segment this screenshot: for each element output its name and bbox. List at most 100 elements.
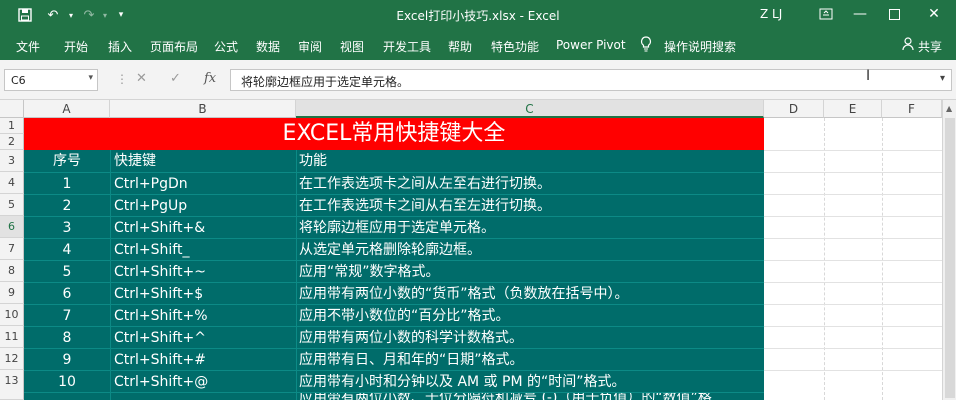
table-cell-func[interactable]: 应用不带小数位的“百分比”格式。 xyxy=(296,304,764,326)
table-cell-func[interactable]: 在工作表选项卡之间从右至左进行切换。 xyxy=(296,194,764,216)
lightbulb-icon xyxy=(640,36,652,56)
row-header[interactable]: 4 xyxy=(0,172,24,194)
expand-formula-icon[interactable]: ▾ xyxy=(940,73,945,84)
tab-developer[interactable]: 开发工具 xyxy=(383,38,431,55)
tab-data[interactable]: 数据 xyxy=(256,38,280,55)
table-cell-seq[interactable]: 6 xyxy=(24,282,110,304)
table-cell-key[interactable]: Ctrl+Shift+& xyxy=(110,216,296,238)
tell-me-search[interactable]: 操作说明搜索 xyxy=(664,38,736,55)
user-initials[interactable]: Z LJ xyxy=(760,7,782,21)
drag-handle-icon[interactable]: ⋮ xyxy=(116,72,128,88)
name-box-value: C6 xyxy=(11,74,26,87)
row-header[interactable]: 13 xyxy=(0,370,24,400)
row-header[interactable]: 12 xyxy=(0,348,24,370)
insert-function-icon[interactable]: fx xyxy=(204,71,216,86)
tab-view[interactable]: 视图 xyxy=(340,38,364,55)
table-cell-seq[interactable]: 5 xyxy=(24,260,110,282)
enter-icon[interactable]: ✓ xyxy=(170,71,181,86)
table-cell-key[interactable] xyxy=(110,392,296,400)
row-header[interactable]: 7 xyxy=(0,238,24,260)
chevron-down-icon[interactable]: ▾ xyxy=(88,73,93,83)
select-all-corner[interactable] xyxy=(0,100,24,118)
table-cell-func[interactable]: 应用带有日、月和年的“日期”格式。 xyxy=(296,348,764,370)
row-header[interactable]: 5 xyxy=(0,194,24,216)
table-cell-func[interactable]: 在工作表选项卡之间从左至右进行切换。 xyxy=(296,172,764,194)
ribbon-options-icon[interactable] xyxy=(812,4,840,24)
table-cell-key[interactable]: Ctrl+PgUp xyxy=(110,194,296,216)
table-cell-seq[interactable]: 8 xyxy=(24,326,110,348)
gridline xyxy=(764,194,942,195)
maximize-icon[interactable] xyxy=(880,4,908,24)
table-cell-seq[interactable]: 1 xyxy=(24,172,110,194)
tab-insert[interactable]: 插入 xyxy=(108,38,132,55)
table-cell-key[interactable]: Ctrl+Shift+# xyxy=(110,348,296,370)
scroll-up-icon[interactable]: ▲ xyxy=(946,104,952,113)
column-header-e[interactable]: E xyxy=(824,100,882,118)
tab-review[interactable]: 审阅 xyxy=(298,38,322,55)
table-cell-seq[interactable]: 4 xyxy=(24,238,110,260)
share-icon[interactable] xyxy=(902,37,916,54)
tab-special-features[interactable]: 特色功能 xyxy=(491,38,539,55)
table-cell-key[interactable]: Ctrl+Shift+@ xyxy=(110,370,296,392)
row-header[interactable]: 2 xyxy=(0,134,24,150)
table-cell-func[interactable]: 应用带有两位小数的“货币”格式（负数放在括号中）。 xyxy=(296,282,764,304)
tab-home[interactable]: 开始 xyxy=(64,38,88,55)
header-cell-func[interactable]: 功能 xyxy=(296,150,764,172)
gridline xyxy=(764,150,942,151)
table-cell-seq[interactable]: 10 xyxy=(24,370,110,392)
gridline xyxy=(764,216,942,217)
row-header[interactable]: 9 xyxy=(0,282,24,304)
gridline xyxy=(764,260,942,261)
table-cell-seq[interactable]: 2 xyxy=(24,194,110,216)
header-cell-key[interactable]: 快捷键 xyxy=(110,150,296,172)
column-header-d[interactable]: D xyxy=(764,100,824,118)
gridline xyxy=(882,118,883,400)
table-cell-key[interactable]: Ctrl+Shift+$ xyxy=(110,282,296,304)
table-cell-key[interactable]: Ctrl+Shift_ xyxy=(110,238,296,260)
table-cell-func[interactable]: 应用带有两位小数、千位分隔符和减号 (-)（用于负值）的“数值”格 xyxy=(296,392,764,400)
column-header-c[interactable]: C xyxy=(296,100,764,118)
table-cell-key[interactable]: Ctrl+Shift+^ xyxy=(110,326,296,348)
sheet-title-cell[interactable]: EXCEL常用快捷键大全 xyxy=(24,118,764,150)
row-header[interactable]: 11 xyxy=(0,326,24,348)
scroll-thumb[interactable] xyxy=(945,118,955,398)
table-cell-seq[interactable] xyxy=(24,392,110,400)
table-cell-func[interactable]: 应用带有两位小数的科学计数格式。 xyxy=(296,326,764,348)
table-cell-key[interactable]: Ctrl+PgDn xyxy=(110,172,296,194)
formula-input[interactable]: 将轮廓边框应用于选定单元格。 ▾ xyxy=(230,69,952,91)
row-header[interactable]: 3 xyxy=(0,150,24,172)
row-header[interactable]: 6 xyxy=(0,216,24,238)
share-button[interactable]: 共享 xyxy=(918,38,942,55)
column-header-f[interactable]: F xyxy=(882,100,942,118)
table-cell-func[interactable]: 应用“常规”数字格式。 xyxy=(296,260,764,282)
column-header-a[interactable]: A xyxy=(24,100,110,118)
tab-power-pivot[interactable]: Power Pivot xyxy=(556,38,626,52)
table-cell-key[interactable]: Ctrl+Shift+% xyxy=(110,304,296,326)
cancel-icon[interactable]: ✕ xyxy=(136,71,147,86)
tab-formulas[interactable]: 公式 xyxy=(214,38,238,55)
tab-file[interactable]: 文件 xyxy=(16,38,40,55)
header-cell-seq[interactable]: 序号 xyxy=(24,150,110,172)
minimize-icon[interactable]: — xyxy=(846,4,874,24)
formula-content: 将轮廓边框应用于选定单元格。 xyxy=(241,75,410,89)
table-cell-seq[interactable]: 9 xyxy=(24,348,110,370)
tab-page-layout[interactable]: 页面布局 xyxy=(150,38,198,55)
spreadsheet-grid[interactable]: A B C D E F 1 2 3 4 5 6 7 8 9 10 11 12 1… xyxy=(0,100,956,400)
name-box[interactable]: C6 ▾ xyxy=(4,69,98,91)
table-cell-func[interactable]: 应用带有小时和分钟以及 AM 或 PM 的“时间”格式。 xyxy=(296,370,764,392)
table-cell-func-selected[interactable]: 将轮廓边框应用于选定单元格。 xyxy=(296,216,764,238)
row-header[interactable]: 1 xyxy=(0,118,24,134)
row-header[interactable]: 8 xyxy=(0,260,24,282)
tab-help[interactable]: 帮助 xyxy=(448,38,472,55)
gridline xyxy=(764,370,942,371)
table-cell-func[interactable]: 从选定单元格删除轮廓边框。 xyxy=(296,238,764,260)
column-header-b[interactable]: B xyxy=(110,100,296,118)
row-header[interactable]: 10 xyxy=(0,304,24,326)
table-cell-key[interactable]: Ctrl+Shift+~ xyxy=(110,260,296,282)
gridline xyxy=(764,172,942,173)
close-icon[interactable]: ✕ xyxy=(920,4,948,24)
ribbon-tabs: 文件 开始 插入 页面布局 公式 数据 审阅 视图 开发工具 帮助 特色功能 P… xyxy=(0,30,956,60)
table-cell-seq[interactable]: 3 xyxy=(24,216,110,238)
table-cell-seq[interactable]: 7 xyxy=(24,304,110,326)
vertical-scrollbar[interactable]: ▲ xyxy=(942,100,956,400)
